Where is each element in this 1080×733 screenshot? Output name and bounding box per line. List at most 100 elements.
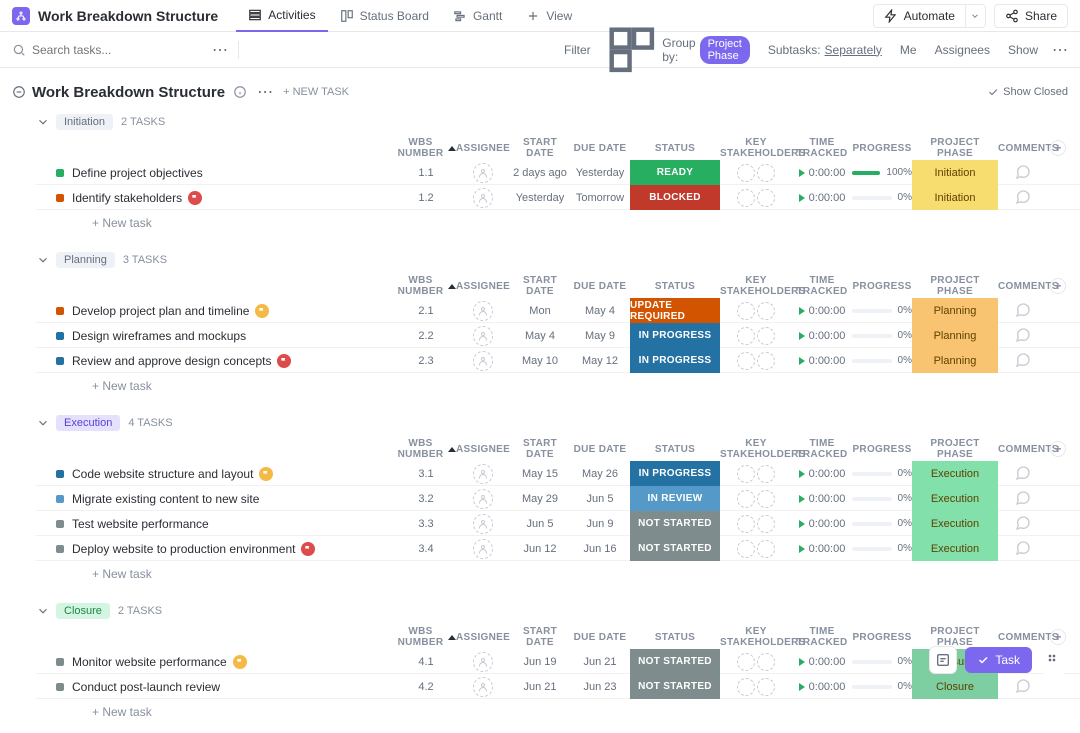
priority-flag-icon[interactable]: [255, 304, 269, 318]
status-cell[interactable]: IN PROGRESS: [630, 461, 720, 486]
col-progress[interactable]: Progress: [852, 632, 912, 643]
stakeholders-cell[interactable]: [720, 302, 792, 320]
progress-cell[interactable]: 0%: [852, 656, 912, 667]
play-icon[interactable]: [799, 307, 805, 315]
time-tracked-cell[interactable]: 0:00:00: [792, 681, 852, 693]
task-row[interactable]: Conduct post-launch review 4.2 Jun 21 Ju…: [36, 674, 1080, 699]
comment-icon[interactable]: [1015, 327, 1033, 345]
play-icon[interactable]: [799, 332, 805, 340]
priority-flag-icon[interactable]: [277, 354, 291, 368]
task-row[interactable]: Develop project plan and timeline 2.1 Mo…: [36, 298, 1080, 323]
task-row[interactable]: Identify stakeholders 1.2 Yesterday Tomo…: [36, 185, 1080, 210]
due-date-cell[interactable]: Jun 5: [570, 493, 630, 505]
search-input[interactable]: [32, 43, 152, 57]
collapse-all-icon[interactable]: [12, 85, 26, 99]
collapse-group-icon[interactable]: [36, 604, 50, 618]
time-tracked-cell[interactable]: 0:00:00: [792, 167, 852, 179]
start-date-cell[interactable]: May 4: [510, 330, 570, 342]
new-task-row[interactable]: + New task: [36, 210, 1080, 244]
comment-icon[interactable]: [1015, 189, 1033, 207]
play-icon[interactable]: [799, 495, 805, 503]
col-comments[interactable]: Comments: [998, 444, 1050, 455]
time-tracked-cell[interactable]: 0:00:00: [792, 543, 852, 555]
start-date-cell[interactable]: May 29: [510, 493, 570, 505]
col-comments[interactable]: Comments: [998, 143, 1050, 154]
col-due[interactable]: Due Date: [570, 444, 630, 455]
col-start[interactable]: Start Date: [510, 626, 570, 648]
comment-icon[interactable]: [1015, 490, 1033, 508]
start-date-cell[interactable]: Jun 21: [510, 681, 570, 693]
start-date-cell[interactable]: Jun 5: [510, 518, 570, 530]
stakeholders-cell[interactable]: [720, 327, 792, 345]
phase-cell[interactable]: Planning: [912, 348, 998, 373]
add-column-icon[interactable]: +: [1050, 441, 1066, 457]
filter-button[interactable]: Filter: [560, 43, 591, 57]
tab-activities[interactable]: Activities: [236, 0, 327, 32]
col-stakeholders[interactable]: Key Stakeholders: [720, 438, 792, 460]
assignee-empty[interactable]: [473, 514, 493, 534]
comment-icon[interactable]: [1015, 515, 1033, 533]
comment-icon[interactable]: [1015, 164, 1033, 182]
status-cell[interactable]: NOT STARTED: [630, 649, 720, 674]
col-progress[interactable]: Progress: [852, 281, 912, 292]
phase-cell[interactable]: Execution: [912, 536, 998, 561]
phase-cell[interactable]: Execution: [912, 461, 998, 486]
comment-icon[interactable]: [1015, 352, 1033, 370]
tab-status-board[interactable]: Status Board: [328, 0, 441, 32]
stakeholders-cell[interactable]: [720, 540, 792, 558]
col-status[interactable]: Status: [630, 281, 720, 292]
col-wbs-number[interactable]: WBS Number: [396, 438, 456, 460]
time-tracked-cell[interactable]: 0:00:00: [792, 493, 852, 505]
progress-cell[interactable]: 0%: [852, 355, 912, 366]
phase-cell[interactable]: Execution: [912, 486, 998, 511]
assignee-empty[interactable]: [473, 464, 493, 484]
progress-cell[interactable]: 0%: [852, 305, 912, 316]
col-assignee[interactable]: Assignee: [456, 444, 510, 455]
status-cell[interactable]: IN PROGRESS: [630, 348, 720, 373]
collapse-group-icon[interactable]: [36, 115, 50, 129]
col-comments[interactable]: Comments: [998, 632, 1050, 643]
due-date-cell[interactable]: May 9: [570, 330, 630, 342]
phase-cell[interactable]: Closure: [912, 674, 998, 699]
phase-cell[interactable]: Initiation: [912, 185, 998, 210]
assignee-empty[interactable]: [473, 301, 493, 321]
apps-button[interactable]: [1040, 646, 1068, 674]
col-time[interactable]: Time Tracked: [792, 137, 852, 159]
show-button[interactable]: Show: [1004, 43, 1038, 57]
comment-icon[interactable]: [1015, 465, 1033, 483]
assignee-empty[interactable]: [473, 326, 493, 346]
assignee-empty[interactable]: [473, 677, 493, 697]
subbar-more-icon[interactable]: ⋯: [1052, 40, 1068, 60]
col-assignee[interactable]: Assignee: [456, 632, 510, 643]
status-cell[interactable]: NOT STARTED: [630, 536, 720, 561]
assignee-empty[interactable]: [473, 351, 493, 371]
stakeholders-cell[interactable]: [720, 653, 792, 671]
stakeholders-cell[interactable]: [720, 352, 792, 370]
status-cell[interactable]: NOT STARTED: [630, 511, 720, 536]
col-status[interactable]: Status: [630, 143, 720, 154]
phase-cell[interactable]: Initiation: [912, 160, 998, 185]
start-date-cell[interactable]: 2 days ago: [510, 167, 570, 179]
priority-flag-icon[interactable]: [188, 191, 202, 205]
col-stakeholders[interactable]: Key Stakeholders: [720, 137, 792, 159]
col-start[interactable]: Start Date: [510, 438, 570, 460]
start-date-cell[interactable]: May 10: [510, 355, 570, 367]
status-chip[interactable]: Initiation: [56, 114, 113, 130]
add-column-icon[interactable]: +: [1050, 278, 1066, 294]
comment-icon[interactable]: [1015, 678, 1033, 696]
col-due[interactable]: Due Date: [570, 632, 630, 643]
due-date-cell[interactable]: May 12: [570, 355, 630, 367]
start-date-cell[interactable]: Yesterday: [510, 192, 570, 204]
comment-icon[interactable]: [1015, 540, 1033, 558]
col-phase[interactable]: Project Phase: [912, 275, 998, 297]
time-tracked-cell[interactable]: 0:00:00: [792, 305, 852, 317]
assignees-button[interactable]: Assignees: [931, 43, 990, 57]
stakeholders-cell[interactable]: [720, 189, 792, 207]
time-tracked-cell[interactable]: 0:00:00: [792, 192, 852, 204]
col-start[interactable]: Start Date: [510, 137, 570, 159]
status-chip[interactable]: Execution: [56, 415, 120, 431]
assignee-empty[interactable]: [473, 652, 493, 672]
status-cell[interactable]: NOT STARTED: [630, 674, 720, 699]
col-wbs-number[interactable]: WBS Number: [396, 626, 456, 648]
status-cell[interactable]: READY: [630, 160, 720, 185]
